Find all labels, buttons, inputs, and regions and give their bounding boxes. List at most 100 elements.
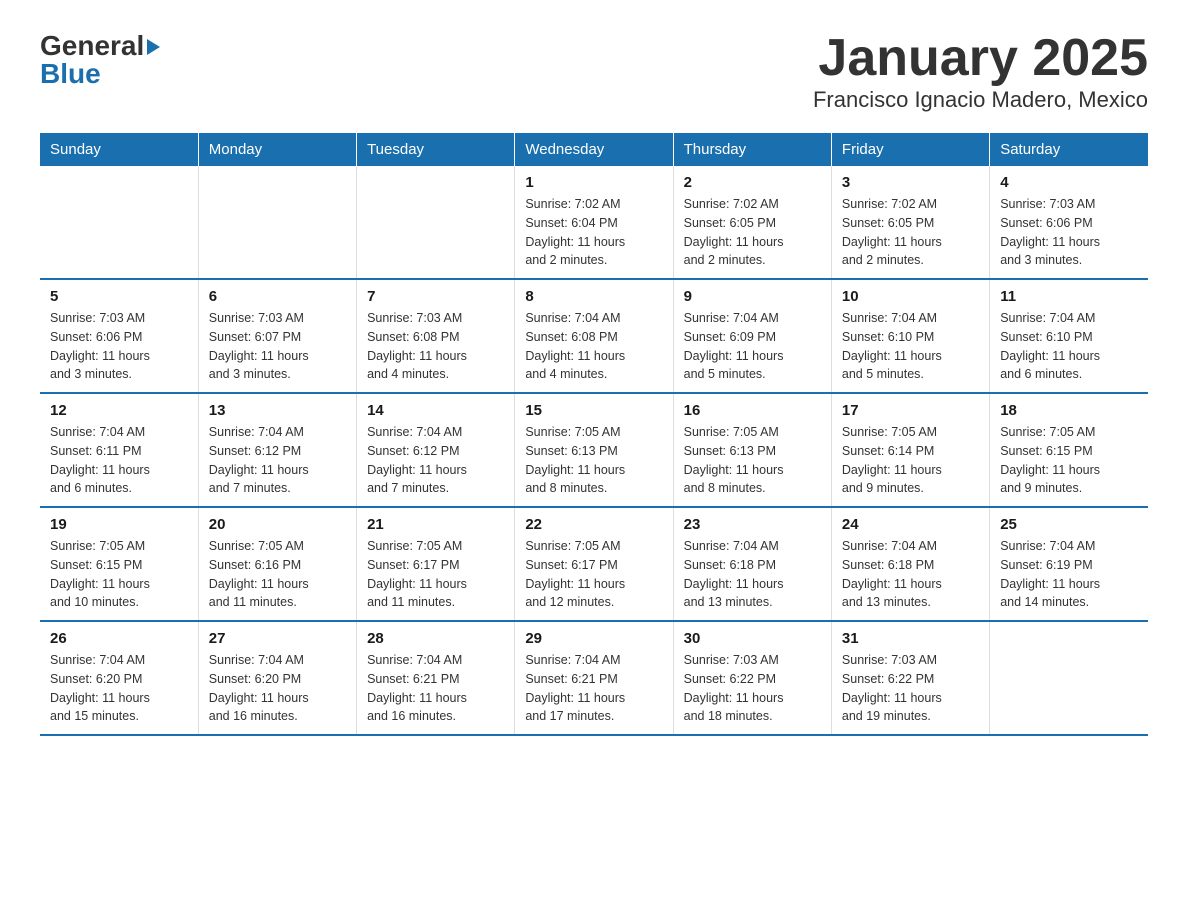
- day-info: Sunrise: 7:04 AM Sunset: 6:09 PM Dayligh…: [684, 309, 821, 384]
- calendar-cell: 14 Sunrise: 7:04 AM Sunset: 6:12 PM Dayli…: [357, 393, 515, 507]
- calendar-week-row: 12Sunrise: 7:04 AM Sunset: 6:11 PM Dayli…: [40, 393, 1148, 507]
- day-info: Sunrise: 7:04 AM Sunset: 6:21 PM Dayligh…: [367, 651, 504, 726]
- calendar-week-row: 26 Sunrise: 7:04 AM Sunset: 6:20 PM Dayli…: [40, 621, 1148, 735]
- calendar-cell: 10 Sunrise: 7:04 AM Sunset: 6:10 PM Dayli…: [831, 279, 989, 393]
- calendar-cell: 23Sunrise: 7:04 AM Sunset: 6:18 PM Dayli…: [673, 507, 831, 621]
- header-sunday: Sunday: [40, 133, 198, 166]
- calendar-cell: 18 Sunrise: 7:05 AM Sunset: 6:15 PM Dayli…: [990, 393, 1148, 507]
- day-info: Sunrise: 7:04 AM Sunset: 6:08 PM Dayligh…: [525, 309, 662, 384]
- header-friday: Friday: [831, 133, 989, 166]
- day-info: Sunrise: 7:04 AM Sunset: 6:21 PM Dayligh…: [525, 651, 662, 726]
- day-number: 27: [209, 630, 346, 647]
- header-thursday: Thursday: [673, 133, 831, 166]
- day-number: 14: [367, 402, 504, 419]
- calendar-header-row: SundayMondayTuesdayWednesdayThursdayFrid…: [40, 133, 1148, 166]
- day-info: Sunrise: 7:03 AM Sunset: 6:08 PM Dayligh…: [367, 309, 504, 384]
- calendar-cell: [198, 166, 356, 279]
- day-number: 20: [209, 516, 346, 533]
- calendar-cell: 20 Sunrise: 7:05 AM Sunset: 6:16 PM Dayli…: [198, 507, 356, 621]
- header-wednesday: Wednesday: [515, 133, 673, 166]
- calendar-cell: [357, 166, 515, 279]
- day-number: 9: [684, 288, 821, 305]
- title-block: January 2025 Francisco Ignacio Madero, M…: [813, 30, 1148, 113]
- header-monday: Monday: [198, 133, 356, 166]
- day-number: 21: [367, 516, 504, 533]
- calendar-cell: 4Sunrise: 7:03 AM Sunset: 6:06 PM Daylig…: [990, 166, 1148, 279]
- calendar-cell: 7 Sunrise: 7:03 AM Sunset: 6:08 PM Daylig…: [357, 279, 515, 393]
- day-number: 19: [50, 516, 188, 533]
- day-number: 28: [367, 630, 504, 647]
- calendar-cell: 15 Sunrise: 7:05 AM Sunset: 6:13 PM Dayli…: [515, 393, 673, 507]
- day-number: 26: [50, 630, 188, 647]
- page-header: General Blue January 2025 Francisco Igna…: [40, 30, 1148, 113]
- day-info: Sunrise: 7:05 AM Sunset: 6:17 PM Dayligh…: [525, 537, 662, 612]
- calendar-cell: 13Sunrise: 7:04 AM Sunset: 6:12 PM Dayli…: [198, 393, 356, 507]
- calendar-cell: [990, 621, 1148, 735]
- day-number: 22: [525, 516, 662, 533]
- day-number: 8: [525, 288, 662, 305]
- day-info: Sunrise: 7:04 AM Sunset: 6:19 PM Dayligh…: [1000, 537, 1138, 612]
- calendar-cell: 22 Sunrise: 7:05 AM Sunset: 6:17 PM Dayli…: [515, 507, 673, 621]
- day-number: 7: [367, 288, 504, 305]
- calendar-cell: 1Sunrise: 7:02 AM Sunset: 6:04 PM Daylig…: [515, 166, 673, 279]
- day-info: Sunrise: 7:03 AM Sunset: 6:22 PM Dayligh…: [842, 651, 979, 726]
- day-info: Sunrise: 7:04 AM Sunset: 6:18 PM Dayligh…: [684, 537, 821, 612]
- day-number: 6: [209, 288, 346, 305]
- calendar-cell: 17Sunrise: 7:05 AM Sunset: 6:14 PM Dayli…: [831, 393, 989, 507]
- calendar-week-row: 19 Sunrise: 7:05 AM Sunset: 6:15 PM Dayli…: [40, 507, 1148, 621]
- day-info: Sunrise: 7:02 AM Sunset: 6:05 PM Dayligh…: [842, 195, 979, 270]
- calendar-table: SundayMondayTuesdayWednesdayThursdayFrid…: [40, 133, 1148, 736]
- day-number: 15: [525, 402, 662, 419]
- day-number: 30: [684, 630, 821, 647]
- calendar-week-row: 5Sunrise: 7:03 AM Sunset: 6:06 PM Daylig…: [40, 279, 1148, 393]
- day-number: 4: [1000, 174, 1138, 191]
- day-number: 31: [842, 630, 979, 647]
- day-info: Sunrise: 7:03 AM Sunset: 6:22 PM Dayligh…: [684, 651, 821, 726]
- calendar-cell: 11 Sunrise: 7:04 AM Sunset: 6:10 PM Dayli…: [990, 279, 1148, 393]
- day-number: 1: [525, 174, 662, 191]
- calendar-cell: 21Sunrise: 7:05 AM Sunset: 6:17 PM Dayli…: [357, 507, 515, 621]
- day-number: 17: [842, 402, 979, 419]
- day-info: Sunrise: 7:04 AM Sunset: 6:10 PM Dayligh…: [1000, 309, 1138, 384]
- calendar-cell: 5Sunrise: 7:03 AM Sunset: 6:06 PM Daylig…: [40, 279, 198, 393]
- day-number: 24: [842, 516, 979, 533]
- calendar-cell: 29Sunrise: 7:04 AM Sunset: 6:21 PM Dayli…: [515, 621, 673, 735]
- calendar-cell: 27 Sunrise: 7:04 AM Sunset: 6:20 PM Dayli…: [198, 621, 356, 735]
- calendar-cell: 3 Sunrise: 7:02 AM Sunset: 6:05 PM Daylig…: [831, 166, 989, 279]
- calendar-cell: 16Sunrise: 7:05 AM Sunset: 6:13 PM Dayli…: [673, 393, 831, 507]
- calendar-cell: 6 Sunrise: 7:03 AM Sunset: 6:07 PM Daylig…: [198, 279, 356, 393]
- logo-blue-text: Blue: [40, 58, 101, 90]
- day-info: Sunrise: 7:05 AM Sunset: 6:16 PM Dayligh…: [209, 537, 346, 612]
- day-number: 18: [1000, 402, 1138, 419]
- day-info: Sunrise: 7:04 AM Sunset: 6:18 PM Dayligh…: [842, 537, 979, 612]
- calendar-cell: 25 Sunrise: 7:04 AM Sunset: 6:19 PM Dayli…: [990, 507, 1148, 621]
- header-tuesday: Tuesday: [357, 133, 515, 166]
- header-saturday: Saturday: [990, 133, 1148, 166]
- calendar-cell: 26 Sunrise: 7:04 AM Sunset: 6:20 PM Dayli…: [40, 621, 198, 735]
- day-info: Sunrise: 7:05 AM Sunset: 6:13 PM Dayligh…: [525, 423, 662, 498]
- calendar-week-row: 1Sunrise: 7:02 AM Sunset: 6:04 PM Daylig…: [40, 166, 1148, 279]
- calendar-cell: 28 Sunrise: 7:04 AM Sunset: 6:21 PM Dayli…: [357, 621, 515, 735]
- calendar-cell: 30 Sunrise: 7:03 AM Sunset: 6:22 PM Dayli…: [673, 621, 831, 735]
- day-info: Sunrise: 7:05 AM Sunset: 6:15 PM Dayligh…: [50, 537, 188, 612]
- day-info: Sunrise: 7:05 AM Sunset: 6:15 PM Dayligh…: [1000, 423, 1138, 498]
- day-number: 3: [842, 174, 979, 191]
- logo-triangle-icon: [147, 39, 160, 55]
- day-info: Sunrise: 7:05 AM Sunset: 6:13 PM Dayligh…: [684, 423, 821, 498]
- day-number: 2: [684, 174, 821, 191]
- calendar-cell: 2Sunrise: 7:02 AM Sunset: 6:05 PM Daylig…: [673, 166, 831, 279]
- day-number: 10: [842, 288, 979, 305]
- day-info: Sunrise: 7:04 AM Sunset: 6:10 PM Dayligh…: [842, 309, 979, 384]
- day-number: 12: [50, 402, 188, 419]
- day-number: 25: [1000, 516, 1138, 533]
- calendar-subtitle: Francisco Ignacio Madero, Mexico: [813, 87, 1148, 113]
- calendar-cell: 8 Sunrise: 7:04 AM Sunset: 6:08 PM Daylig…: [515, 279, 673, 393]
- day-info: Sunrise: 7:04 AM Sunset: 6:20 PM Dayligh…: [50, 651, 188, 726]
- day-info: Sunrise: 7:04 AM Sunset: 6:12 PM Dayligh…: [367, 423, 504, 498]
- day-info: Sunrise: 7:03 AM Sunset: 6:07 PM Dayligh…: [209, 309, 346, 384]
- day-info: Sunrise: 7:04 AM Sunset: 6:20 PM Dayligh…: [209, 651, 346, 726]
- calendar-cell: 24 Sunrise: 7:04 AM Sunset: 6:18 PM Dayli…: [831, 507, 989, 621]
- calendar-cell: 12Sunrise: 7:04 AM Sunset: 6:11 PM Dayli…: [40, 393, 198, 507]
- day-number: 11: [1000, 288, 1138, 305]
- day-number: 5: [50, 288, 188, 305]
